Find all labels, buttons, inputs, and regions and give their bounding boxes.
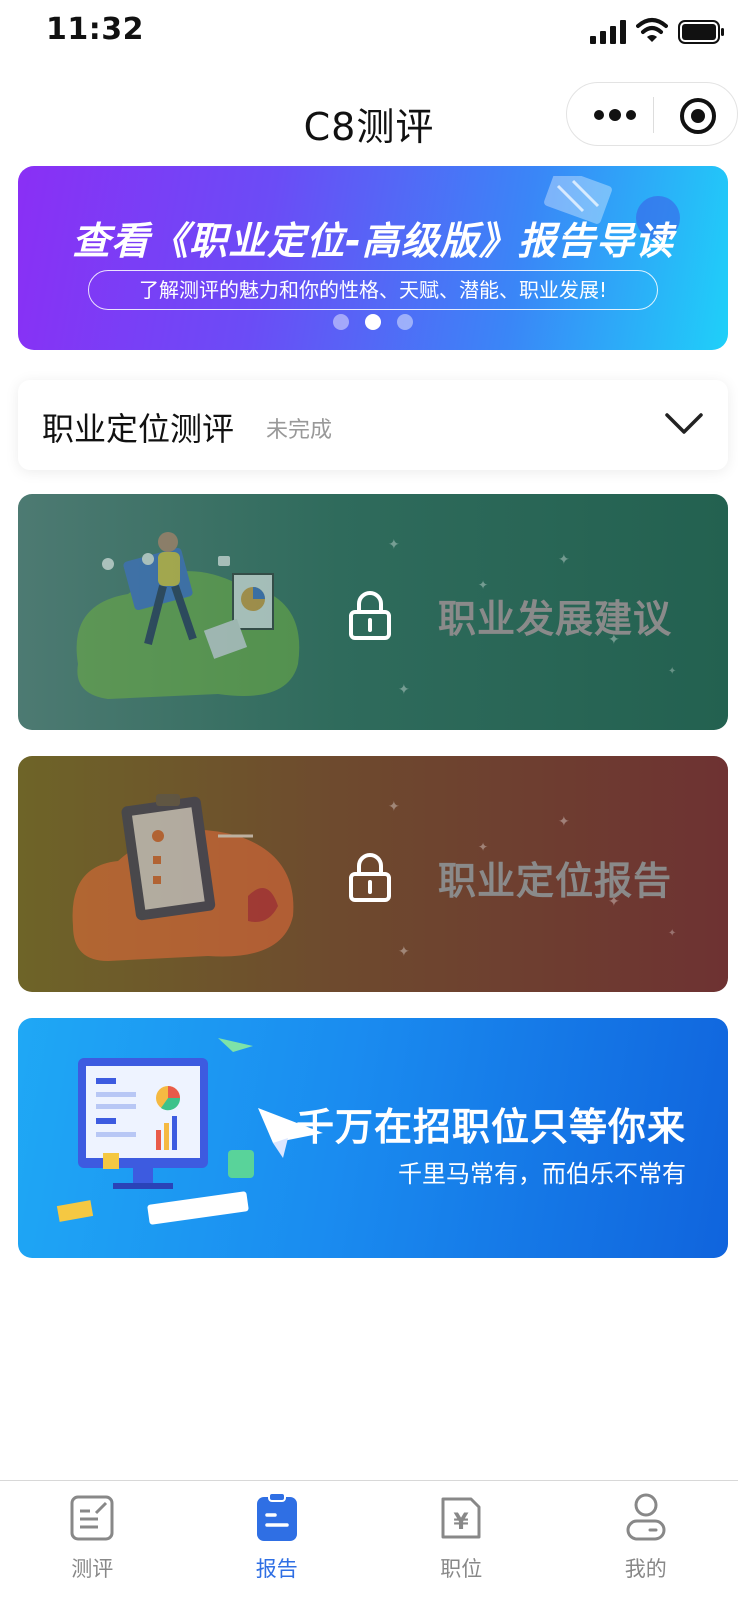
status-time: 11:32 <box>46 12 144 47</box>
battery-icon <box>678 20 724 44</box>
job-icon: ¥ <box>441 1497 481 1539</box>
bottom-tab-bar: 测评 报告 ¥ 职位 我的 <box>0 1480 738 1602</box>
banner-subtitle: 了解测评的魅力和你的性格、天赋、潜能、职业发展! <box>88 270 658 310</box>
tab-profile-label: 我的 <box>624 1557 667 1581</box>
svg-text:✦: ✦ <box>388 537 400 553</box>
more-icon[interactable] <box>593 107 637 123</box>
assessment-title: 职业定位测评 <box>42 410 235 448</box>
tab-jobs[interactable]: ¥ 职位 <box>369 1481 554 1602</box>
wifi-icon <box>636 18 668 42</box>
svg-text:✦: ✦ <box>388 799 400 815</box>
tab-profile[interactable]: 我的 <box>554 1481 738 1602</box>
recruit-title: 千万在招职位只等你来 <box>295 1105 686 1149</box>
signal-icon <box>590 20 626 44</box>
chevron-down-icon[interactable] <box>664 408 704 438</box>
svg-text:✦: ✦ <box>558 552 570 568</box>
mini-program-capsule <box>566 82 738 146</box>
lock-icon <box>349 591 391 640</box>
svg-text:¥: ¥ <box>454 1510 470 1535</box>
tab-jobs-label: 职位 <box>440 1557 483 1581</box>
carousel-dot[interactable] <box>397 314 413 330</box>
career-positioning-report-card[interactable]: ✦ ✦ ✦ ✦ ✦ ✦ 职业定位报告 <box>18 756 728 992</box>
recruit-subtitle: 千里马常有，而伯乐不常有 <box>398 1160 686 1188</box>
banner-title: 查看《职业定位-高级版》报告导读 <box>72 219 674 263</box>
close-target-icon[interactable] <box>679 97 717 135</box>
tab-report[interactable]: 报告 <box>185 1481 370 1602</box>
career-report-label: 职业定位报告 <box>438 859 673 903</box>
carousel-dot-active[interactable] <box>365 314 381 330</box>
clipboard-illustration-icon <box>72 794 294 961</box>
report-icon <box>256 1492 297 1541</box>
tab-report-label: 报告 <box>255 1557 298 1581</box>
tab-assessment[interactable]: 测评 <box>0 1481 185 1602</box>
carousel-indicator <box>18 314 728 330</box>
report-guide-banner[interactable]: 查看《职业定位-高级版》报告导读 了解测评的魅力和你的性格、天赋、潜能、职业发展… <box>18 166 728 350</box>
svg-text:✦: ✦ <box>668 666 676 677</box>
tab-assessment-label: 测评 <box>71 1557 114 1581</box>
assessment-icon <box>70 1495 114 1541</box>
carousel-dot[interactable] <box>333 314 349 330</box>
profile-icon <box>626 1493 666 1541</box>
career-advice-label: 职业发展建议 <box>438 597 673 641</box>
career-advice-card[interactable]: ✦ ✦ ✦ ✦ ✦ ✦ 职业发展建议 <box>18 494 728 730</box>
capsule-divider <box>653 97 654 133</box>
svg-text:✦: ✦ <box>558 814 570 830</box>
svg-text:✦: ✦ <box>398 944 410 960</box>
career-illustration-icon <box>76 532 300 699</box>
svg-text:✦: ✦ <box>668 928 676 939</box>
assessment-dropdown[interactable]: 职业定位测评 未完成 <box>18 380 728 470</box>
lock-icon <box>349 853 391 902</box>
job-recruit-banner[interactable]: 千万在招职位只等你来 千里马常有，而伯乐不常有 <box>18 1018 728 1258</box>
status-bar: 11:32 <box>0 0 738 64</box>
svg-text:✦: ✦ <box>398 682 410 698</box>
assessment-status: 未完成 <box>266 418 333 443</box>
